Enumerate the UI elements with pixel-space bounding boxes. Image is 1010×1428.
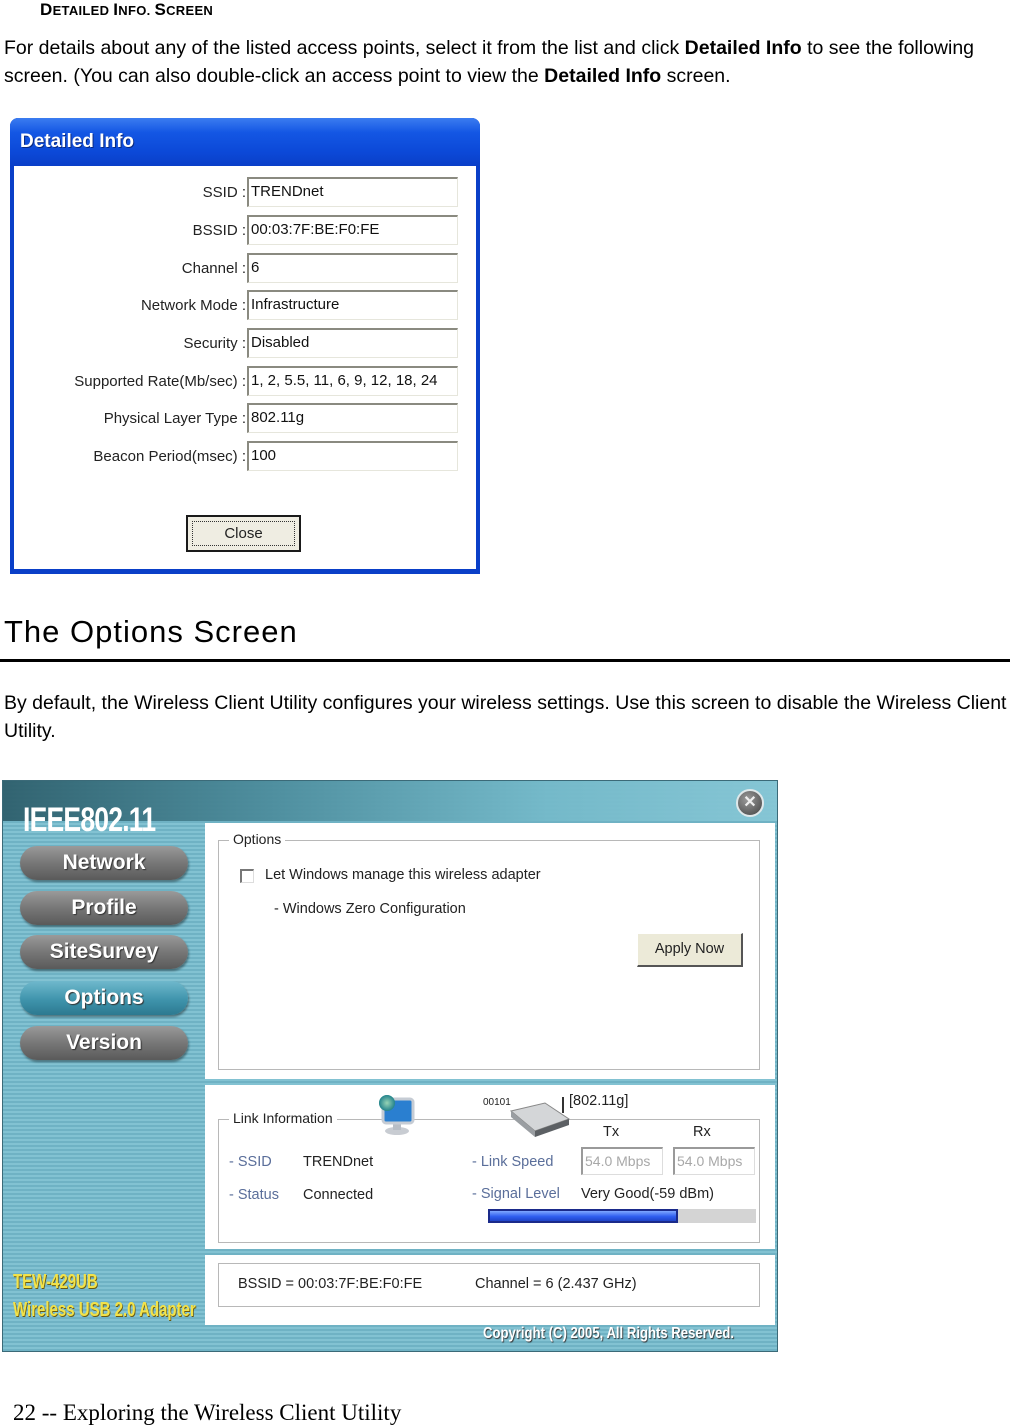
apply-now-button[interactable]: Apply Now [637, 933, 743, 967]
ssid-field[interactable]: TRENDnet [247, 177, 458, 207]
nav-options[interactable]: Options [20, 981, 188, 1015]
channel-readout: Channel = 6 (2.437 GHz) [475, 1276, 637, 1292]
rx-speed-field: 54.0 Mbps [673, 1147, 755, 1175]
heading-rest: NFO. [118, 3, 155, 18]
field-physical-layer: Physical Layer Type : 802.11g [14, 403, 476, 435]
section-heading: DETAILED INFO. SCREEN [40, 0, 213, 20]
wireless-utility-window: IEEE802.11 ✕ Network Profile SiteSurvey … [2, 780, 778, 1352]
supported-rate-field[interactable]: 1, 2, 5.5, 11, 6, 9, 12, 18, 24 [247, 366, 458, 396]
status-value: Connected [303, 1187, 374, 1203]
nav-profile[interactable]: Profile [20, 891, 188, 925]
field-ssid: SSID : TRENDnet [14, 177, 476, 209]
close-button-label: Close [192, 521, 295, 546]
router-icon [509, 1097, 571, 1137]
tx-header: Tx [603, 1124, 620, 1140]
field-label: SSID : [202, 184, 246, 201]
heading-rest: ETAILED [52, 3, 114, 18]
heading-cap: D [40, 0, 53, 19]
checkbox-label: Let Windows manage this wireless adapter [265, 867, 541, 883]
field-label: BSSID : [192, 222, 246, 239]
link-info-group: Link Information - SSID TRENDnet - Statu… [218, 1110, 760, 1243]
wzc-label: - Windows Zero Configuration [274, 901, 466, 917]
signal-level-bar [488, 1209, 756, 1223]
copyright-text: Copyright (C) 2005, All Rights Reserved. [483, 1325, 735, 1342]
page-footer: 22 -- Exploring the Wireless Client Util… [13, 1400, 402, 1425]
field-label: Network Mode : [140, 297, 246, 314]
options-panel: Options Let Windows manage this wireless… [205, 823, 775, 1079]
dialog-title: Detailed Info [20, 131, 135, 152]
mode-label: [802.11g] [569, 1093, 629, 1109]
model-name: TEW-429UB [13, 1271, 98, 1293]
bssid-field[interactable]: 00:03:7F:BE:F0:FE [247, 215, 458, 245]
paragraph-bold: Detailed Info [684, 37, 802, 59]
ssid-value: TRENDnet [303, 1154, 374, 1170]
field-security: Security : Disabled [14, 328, 476, 360]
nav-sitesurvey[interactable]: SiteSurvey [20, 935, 188, 969]
intro-paragraph: For details about any of the listed acce… [4, 34, 1004, 90]
link-info-panel: Link Information - SSID TRENDnet - Statu… [205, 1085, 775, 1249]
security-field[interactable]: Disabled [247, 328, 458, 358]
dialog-body: SSID : TRENDnet BSSID : 00:03:7F:BE:F0:F… [14, 166, 476, 569]
network-mode-field[interactable]: Infrastructure [247, 290, 458, 320]
options-group: Options Let Windows manage this wireless… [218, 831, 760, 1070]
bssid-group: BSSID = 00:03:7F:BE:F0:FE Channel = 6 (2… [218, 1263, 760, 1307]
model-description: Wireless USB 2.0 Adapter [13, 1299, 196, 1321]
bssid-readout: BSSID = 00:03:7F:BE:F0:FE [238, 1276, 423, 1292]
signal-level-label: - Signal Level [472, 1186, 560, 1202]
options-paragraph: By default, the Wireless Client Utility … [4, 692, 1007, 742]
physical-layer-field[interactable]: 802.11g [247, 403, 458, 433]
beacon-period-field[interactable]: 100 [247, 441, 458, 471]
nav-version[interactable]: Version [20, 1026, 188, 1060]
ssid-label: - SSID [229, 1154, 272, 1170]
field-label: Beacon Period(msec) : [93, 448, 246, 465]
paragraph-text: For details about any of the listed acce… [4, 37, 685, 59]
field-channel: Channel : 6 [14, 253, 476, 285]
link-info-legend: Link Information [229, 1110, 337, 1126]
nav-network[interactable]: Network [20, 846, 188, 880]
paragraph-bold: Detailed Info [544, 65, 662, 87]
field-network-mode: Network Mode : Infrastructure [14, 290, 476, 322]
options-heading: The Options Screen [4, 614, 298, 649]
brand-logo: IEEE802.11 [23, 801, 156, 839]
close-button[interactable]: Close [186, 515, 301, 552]
bssid-panel: BSSID = 00:03:7F:BE:F0:FE Channel = 6 (2… [205, 1255, 775, 1325]
tx-speed-field: 54.0 Mbps [581, 1147, 663, 1175]
field-label: Security : [183, 335, 246, 352]
rx-header: Rx [693, 1124, 711, 1140]
heading-cap: S [154, 0, 167, 19]
computer-icon [379, 1095, 415, 1135]
field-beacon-period: Beacon Period(msec) : 100 [14, 441, 476, 473]
detailed-info-dialog: Detailed Info SSID : TRENDnet BSSID : 00… [10, 118, 480, 574]
close-circle-icon[interactable]: ✕ [736, 789, 764, 817]
field-label: Channel : [181, 260, 246, 277]
field-label: Physical Layer Type : [103, 410, 246, 427]
link-speed-label: - Link Speed [472, 1154, 554, 1170]
dialog-title-bar: Detailed Info [10, 118, 480, 166]
status-label: - Status [229, 1187, 279, 1203]
heading-rule [0, 659, 1010, 662]
signal-level-value: Very Good(-59 dBm) [581, 1186, 714, 1202]
options-legend: Options [229, 831, 286, 847]
paragraph-text: screen. [661, 65, 731, 87]
field-label: Supported Rate(Mb/sec) : [74, 373, 246, 390]
let-windows-manage-checkbox[interactable] [240, 869, 254, 883]
signal-level-fill [488, 1209, 679, 1223]
channel-field[interactable]: 6 [247, 253, 458, 283]
field-bssid: BSSID : 00:03:7F:BE:F0:FE [14, 215, 476, 247]
field-supported-rate: Supported Rate(Mb/sec) : 1, 2, 5.5, 11, … [14, 366, 476, 398]
heading-rest: CREEN [166, 3, 214, 18]
